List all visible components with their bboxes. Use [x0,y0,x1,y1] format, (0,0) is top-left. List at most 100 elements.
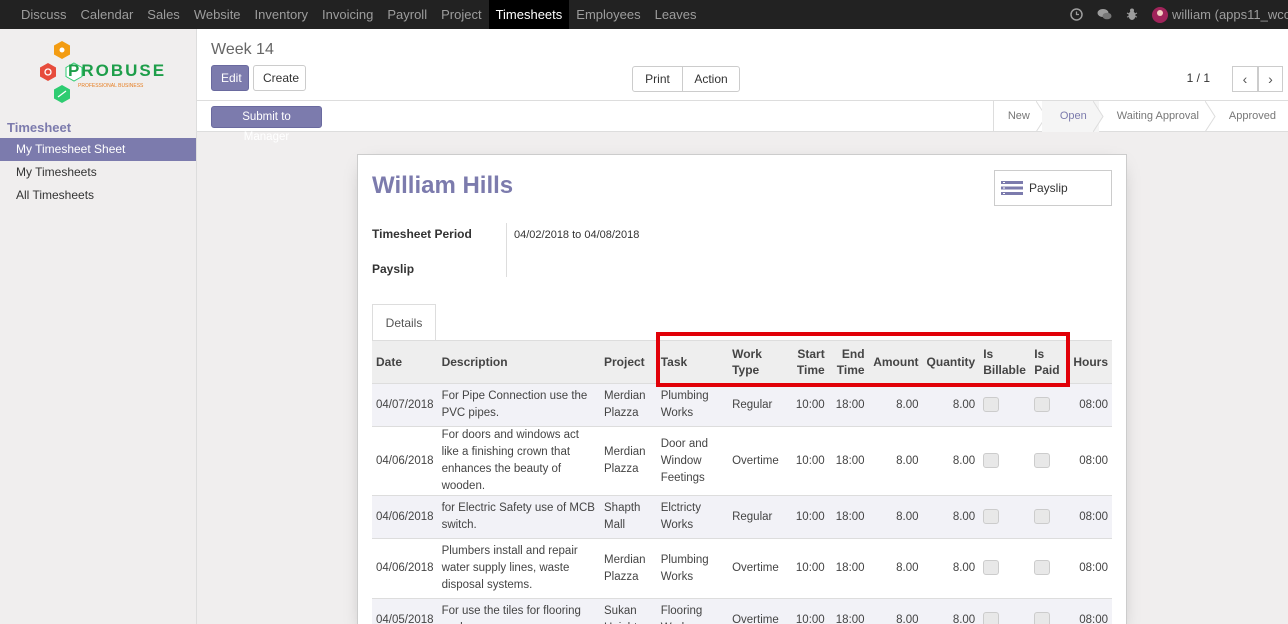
print-dropdown[interactable]: Print [632,66,683,106]
checkbox[interactable] [1034,560,1051,576]
main-content: Week 14 Edit Create Print Action 1 / 1 ‹… [197,29,1288,624]
column-header-is-paid[interactable]: Is Paid [1030,340,1066,384]
sidebar-menu: My Timesheet Sheet My Timesheets All Times… [0,138,196,207]
statusbar: Submit to Manager New Open Waiting Approva… [197,101,1288,143]
cell-date: 04/06/2018 [372,495,438,539]
cell-hours: 08:00 [1065,538,1112,599]
checkbox[interactable] [983,612,1000,624]
cell-is-paid [1030,426,1066,496]
cell-date: 04/06/2018 [372,426,438,496]
payslip-smart-button[interactable]: Payslip [994,170,1112,206]
cell-is-billable [979,383,1031,427]
company-logo[interactable]: PROBUSE PROFESSIONAL BUSINESS [34,39,164,107]
table-row[interactable]: 04/06/2018 Plumbers install and repair wa… [372,538,1112,599]
checkbox[interactable] [983,396,1000,412]
top-menu-item-inventory[interactable]: Inventory [248,0,315,29]
top-menu-item-payroll[interactable]: Payroll [380,0,434,29]
checkbox[interactable] [983,452,1000,468]
cell-end-time: 18:00 [828,598,869,624]
stage-new[interactable]: New [994,101,1047,132]
action-dropdown[interactable]: Action [682,66,740,106]
checkbox[interactable] [1034,452,1051,468]
checkbox[interactable] [1034,396,1051,412]
user-menu[interactable]: william (apps11_wcoo [1152,6,1288,23]
table-header-row: Date Description Project Task Work Type … [372,340,1112,384]
cell-hours: 08:00 [1065,598,1112,624]
systray: william (apps11_wcoo [1062,0,1288,29]
breadcrumb[interactable]: Week 14 [211,41,274,59]
column-header-quantity[interactable]: Quantity [922,340,980,384]
edit-button[interactable]: Edit [211,65,249,91]
chat-icon[interactable] [1097,8,1112,22]
cell-end-time: 18:00 [828,426,869,496]
stage-label: Approved [1228,110,1276,122]
column-header-work-type[interactable]: Work Type [728,340,786,384]
column-header-start-time[interactable]: Start Time [785,340,829,384]
checkbox[interactable] [1034,612,1051,624]
cell-is-billable [979,426,1031,496]
cell-amount: 8.00 [868,598,923,624]
cell-amount: 8.00 [868,426,923,496]
table-row[interactable]: 04/06/2018 For doors and windows act like… [372,426,1112,496]
top-menu-item-leaves[interactable]: Leaves [648,0,704,29]
table-row[interactable]: 04/07/2018 For Pipe Connection use the PV… [372,383,1112,427]
sidebar-item-all-timesheets[interactable]: All Timesheets [0,184,196,207]
bug-icon[interactable] [1125,8,1139,22]
top-menu-item-website[interactable]: Website [187,0,248,29]
sidebar-item-my-timesheet-sheet[interactable]: My Timesheet Sheet [0,138,196,161]
column-header-date[interactable]: Date [372,340,438,384]
top-menu-item-sales[interactable]: Sales [140,0,187,29]
sidebar-item-my-timesheets[interactable]: My Timesheets [0,161,196,184]
top-navbar: Discuss Calendar Sales Website Inventory Invo… [0,0,1288,29]
cell-work-type: Overtime [728,538,786,599]
pager-previous-button[interactable]: ‹ [1232,66,1258,92]
tab-details[interactable]: Details [372,304,436,342]
chevron-right-icon: › [1268,71,1273,87]
checkbox[interactable] [983,508,1000,524]
cell-task: Plumbing Works [656,383,729,427]
stage-label: Waiting Approval [1116,110,1199,122]
column-header-description[interactable]: Description [437,340,600,384]
cell-date: 04/06/2018 [372,538,438,599]
cell-project: Shapth Mall [600,495,657,539]
cell-hours: 08:00 [1065,383,1112,427]
cell-start-time: 10:00 [785,495,829,539]
table-row[interactable]: 04/05/2018 For use the tiles for flooring… [372,598,1112,624]
create-button[interactable]: Create [253,65,306,91]
cell-quantity: 8.00 [922,426,980,496]
cell-description: For use the tiles for flooring works [437,598,600,624]
table-row[interactable]: 04/06/2018 for Electric Safety use of MCB… [372,495,1112,539]
top-menu-item-discuss[interactable]: Discuss [14,0,74,29]
column-header-hours[interactable]: Hours [1065,340,1112,384]
cell-description: Plumbers install and repair water supply… [437,538,600,599]
timesheet-period-value: 04/02/2018 to 04/08/2018 [514,229,640,241]
column-header-task[interactable]: Task [656,340,729,384]
column-header-end-time[interactable]: End Time [828,340,869,384]
top-menu-item-employees[interactable]: Employees [569,0,647,29]
stage-open[interactable]: Open [1041,101,1104,132]
pager-next-button[interactable]: › [1258,66,1283,92]
pager-value[interactable]: 1 / 1 [1187,71,1210,85]
cell-start-time: 10:00 [785,426,829,496]
top-menu-item-invoicing[interactable]: Invoicing [315,0,380,29]
cell-is-paid [1030,598,1066,624]
top-menu-item-project[interactable]: Project [434,0,488,29]
submit-to-manager-button[interactable]: Submit to Manager [211,106,322,143]
cell-start-time: 10:00 [785,383,829,427]
column-header-project[interactable]: Project [600,340,657,384]
cell-amount: 8.00 [868,538,923,599]
stage-approved[interactable]: Approved [1211,101,1288,132]
stage-waiting-approval[interactable]: Waiting Approval [1099,101,1216,132]
column-header-amount[interactable]: Amount [868,340,923,384]
checkbox[interactable] [1034,508,1051,524]
top-menu-item-calendar[interactable]: Calendar [74,0,141,29]
cell-description: For Pipe Connection use the PVC pipes. [437,383,600,427]
cell-task: Elctricty Works [656,495,729,539]
sidebar: PROBUSE PROFESSIONAL BUSINESS Timesheet … [0,29,197,624]
clock-icon[interactable] [1069,7,1083,22]
app-menu: Discuss Calendar Sales Website Inventory Invo… [0,0,704,29]
top-menu-item-timesheets[interactable]: Timesheets [488,0,570,29]
cell-description: For doors and windows act like a finishi… [437,426,600,496]
column-header-is-billable[interactable]: Is Billable [979,340,1031,384]
checkbox[interactable] [983,560,1000,576]
